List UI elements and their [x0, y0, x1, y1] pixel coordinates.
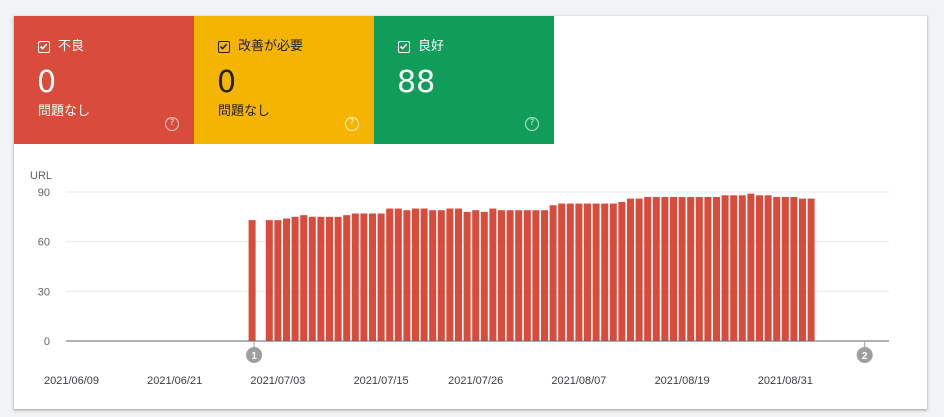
bar — [515, 210, 523, 341]
x-tick-label: 2021/08/31 — [758, 375, 813, 387]
bar — [627, 198, 634, 341]
bar — [558, 203, 566, 341]
bar — [618, 201, 626, 341]
bar — [747, 193, 755, 341]
bar — [265, 220, 273, 341]
bar — [343, 215, 351, 341]
bar — [386, 208, 394, 341]
y-axis-ticks: 0 30 60 90 — [38, 187, 50, 348]
bar — [403, 210, 411, 341]
bar — [489, 208, 497, 341]
bar — [695, 196, 703, 341]
x-tick-label: 2021/08/19 — [655, 375, 710, 387]
bar — [437, 210, 445, 341]
bar — [412, 208, 419, 341]
bar — [308, 216, 316, 341]
bar — [773, 196, 781, 341]
y-tick-label: 30 — [38, 286, 50, 298]
bar — [291, 216, 299, 341]
bar — [351, 213, 359, 341]
y-tick-label: 60 — [38, 237, 50, 249]
x-tick-label: 2021/07/15 — [354, 375, 409, 387]
bar — [360, 213, 368, 341]
bar — [334, 216, 342, 341]
bar — [455, 208, 462, 341]
annotation-label: 1 — [251, 351, 257, 362]
bar — [446, 208, 454, 341]
x-tick-label: 2021/08/07 — [551, 375, 606, 387]
bar — [420, 208, 428, 341]
bar — [644, 196, 652, 341]
bar — [609, 203, 617, 341]
bar — [652, 196, 660, 341]
bar — [248, 220, 256, 341]
bar — [764, 195, 772, 341]
y-axis-title: URL — [30, 170, 52, 182]
x-tick-label: 2021/07/26 — [448, 375, 503, 387]
bar — [790, 196, 798, 341]
bar — [369, 213, 376, 341]
bar — [584, 203, 591, 341]
bar — [532, 210, 540, 341]
bar — [472, 210, 480, 341]
chart-bars — [248, 193, 815, 341]
bar — [687, 196, 695, 341]
bar — [756, 195, 763, 341]
bar — [283, 218, 290, 341]
bar — [429, 210, 437, 341]
bar — [506, 210, 514, 341]
bar — [317, 216, 325, 341]
bar — [670, 196, 677, 341]
bar — [661, 196, 669, 341]
y-tick-label: 90 — [38, 187, 50, 199]
bar — [394, 208, 402, 341]
bar — [377, 213, 385, 341]
bar — [678, 196, 686, 341]
x-tick-label: 2021/07/03 — [250, 375, 305, 387]
bar — [300, 215, 308, 341]
bar — [274, 220, 282, 341]
bar — [807, 198, 815, 341]
bar — [575, 203, 583, 341]
bar — [549, 205, 557, 341]
bar — [326, 216, 333, 341]
bar — [704, 196, 712, 341]
bar — [730, 195, 738, 341]
bar — [601, 203, 609, 341]
url-bar-chart[interactable]: URL 0306090 12 2021/06/09 2021/06/21 2021/… — [0, 0, 944, 417]
bar — [713, 196, 720, 341]
bar — [635, 198, 643, 341]
chart-annotations: 12 — [246, 341, 873, 363]
bar — [738, 195, 746, 341]
bar — [523, 210, 531, 341]
x-tick-label: 2021/06/21 — [147, 375, 202, 387]
bar — [566, 203, 574, 341]
bar — [541, 210, 548, 341]
bar — [592, 203, 600, 341]
bar — [799, 198, 806, 341]
bar — [781, 196, 789, 341]
bar — [721, 195, 729, 341]
y-tick-label: 0 — [44, 336, 50, 348]
bar — [498, 210, 505, 341]
x-axis-ticks: 2021/06/09 2021/06/21 2021/07/03 2021/07/15… — [44, 375, 813, 387]
annotation-label: 2 — [862, 351, 868, 362]
bar — [463, 211, 471, 341]
bar — [480, 211, 488, 341]
x-tick-label: 2021/06/09 — [44, 375, 99, 387]
